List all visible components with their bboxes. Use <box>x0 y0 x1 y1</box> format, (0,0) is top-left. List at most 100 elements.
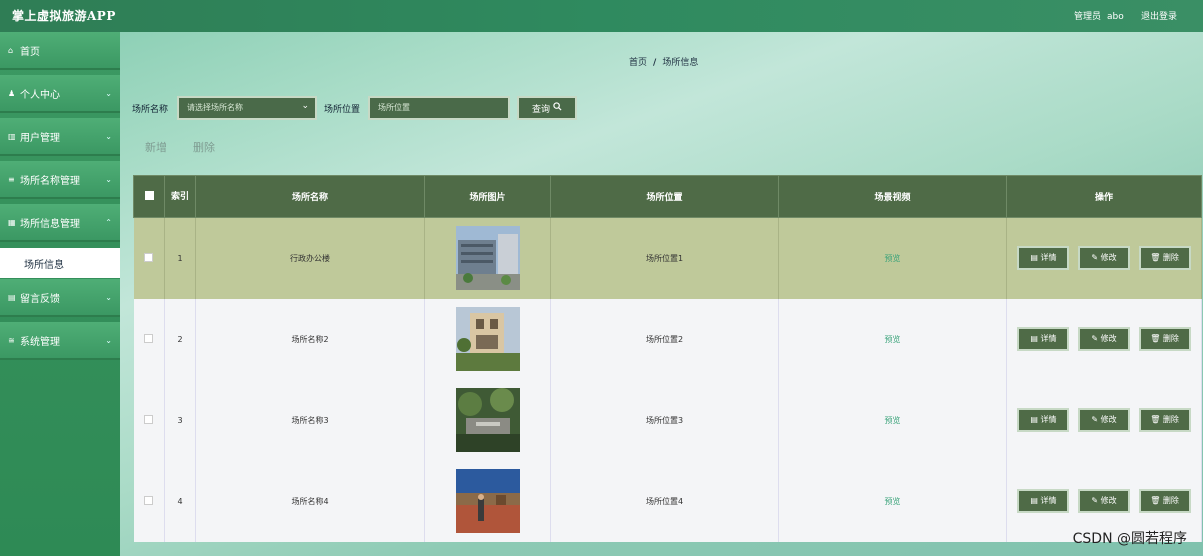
chevron-down-icon: ⌄ <box>105 293 112 302</box>
video-preview-link[interactable]: 预览 <box>885 416 901 425</box>
row-location: 场所位置4 <box>550 460 779 542</box>
venue-name-placeholder: 请选择场所名称 <box>187 103 243 112</box>
table-row[interactable]: 4 场所名称4 场所位置4 预览 ▤ 详情 ✎ 修改 🗑 删除 <box>133 460 1202 542</box>
venue-image <box>455 226 520 291</box>
delete-label: 删除 <box>1162 415 1179 424</box>
table-header-row: 索引 场所名称 场所图片 场所位置 场景视频 操作 <box>133 175 1202 218</box>
query-button[interactable]: 查询 <box>517 96 577 120</box>
venue-image <box>455 469 520 533</box>
detail-label: 详情 <box>1040 415 1057 424</box>
edit-label: 修改 <box>1100 334 1117 343</box>
breadcrumb-separator: / <box>653 58 657 68</box>
admin-label: 管理员 <box>1074 12 1102 22</box>
row-name: 场所名称3 <box>195 379 425 461</box>
venue-location-input[interactable]: 场所位置 <box>368 96 510 120</box>
edit-label: 修改 <box>1100 496 1117 505</box>
list-icon: ≡ <box>8 174 15 184</box>
detail-button[interactable]: ▤ 详情 <box>1017 246 1070 271</box>
chevron-down-icon: ⌄ <box>105 89 112 98</box>
breadcrumb-home[interactable]: 首页 <box>629 58 647 68</box>
edit-label: 修改 <box>1100 253 1117 263</box>
edit-button[interactable]: ✎ 修改 <box>1078 489 1130 513</box>
sidebar-subitem-venue-info[interactable]: 场所信息 <box>0 248 120 278</box>
sidebar-item-label: 用户管理 <box>20 132 60 144</box>
row-index: 1 <box>164 217 196 299</box>
query-label: 查询 <box>531 104 550 115</box>
table-row[interactable]: 1 行政办公楼 场所位置1 预览 ▤ 详情 ✎ 修改 🗑 删除 <box>133 217 1202 299</box>
row-checkbox[interactable] <box>144 495 154 505</box>
add-button[interactable]: 新增 <box>145 139 167 155</box>
row-checkbox[interactable] <box>144 414 154 424</box>
row-checkbox[interactable] <box>144 252 154 262</box>
edit-button[interactable]: ✎ 修改 <box>1078 327 1130 351</box>
column-header-index: 索引 <box>164 175 196 218</box>
delete-label: 删除 <box>1162 496 1179 505</box>
row-location: 场所位置2 <box>550 298 779 380</box>
detail-button[interactable]: ▤ 详情 <box>1017 489 1070 513</box>
user-icon: ♟ <box>8 88 16 98</box>
breadcrumb: 首页 / 场所信息 <box>629 55 698 68</box>
video-preview-link[interactable]: 预览 <box>885 497 901 506</box>
row-index: 4 <box>164 460 196 542</box>
column-header-actions: 操作 <box>1006 175 1202 218</box>
select-all-checkbox[interactable] <box>144 190 154 200</box>
message-icon: ▤ <box>8 292 16 302</box>
row-name: 场所名称2 <box>195 298 425 380</box>
chevron-down-icon: ⌄ <box>301 101 309 111</box>
watermark: CSDN @圆若程序 <box>1072 531 1187 547</box>
delete-button[interactable]: 🗑 删除 <box>1138 408 1191 432</box>
venue-name-select[interactable]: 请选择场所名称 ⌄ <box>177 96 317 120</box>
delete-button[interactable]: 🗑 删除 <box>1138 489 1191 513</box>
sidebar-item-label: 留言反馈 <box>20 293 60 305</box>
row-index: 3 <box>164 379 196 461</box>
venue-image <box>455 307 520 371</box>
detail-label: 详情 <box>1040 334 1057 343</box>
delete-button[interactable]: 🗑 删除 <box>1138 327 1191 351</box>
sidebar-item-venue-info[interactable]: ▦ 场所信息管理 ⌃ <box>0 204 120 242</box>
sidebar-item-label: 场所信息管理 <box>20 218 80 230</box>
detail-button[interactable]: ▤ 详情 <box>1017 327 1070 351</box>
sidebar-item-label: 场所名称管理 <box>20 175 80 187</box>
edit-button[interactable]: ✎ 修改 <box>1078 408 1130 432</box>
sidebar-item-users[interactable]: ▥ 用户管理 ⌄ <box>0 118 120 156</box>
sidebar-item-label: 个人中心 <box>20 89 60 101</box>
select-all-header[interactable] <box>133 175 165 218</box>
main-content: 首页 / 场所信息 场所名称 请选择场所名称 ⌄ 场所位置 场所位置 查询 新增 删… <box>120 32 1203 556</box>
home-icon: ⌂ <box>8 45 14 55</box>
admin-info: 管理员 abo <box>1074 9 1130 22</box>
app-title: 掌上虚拟旅游APP <box>12 9 116 23</box>
sidebar-item-label: 系统管理 <box>20 336 60 348</box>
detail-button[interactable]: ▤ 详情 <box>1017 408 1070 432</box>
table-row[interactable]: 2 场所名称2 场所位置2 预览 ▤ 详情 ✎ 修改 🗑 删除 <box>133 298 1202 380</box>
chevron-down-icon: ⌄ <box>105 175 112 184</box>
sidebar-item-home[interactable]: ⌂ 首页 <box>0 32 120 70</box>
logout-link[interactable]: 退出登录 <box>1141 9 1177 22</box>
top-bar: 掌上虚拟旅游APP 管理员 abo 退出登录 <box>0 0 1203 32</box>
chevron-down-icon: ⌄ <box>105 336 112 345</box>
edit-label: 修改 <box>1100 415 1117 424</box>
sidebar-item-feedback[interactable]: ▤ 留言反馈 ⌄ <box>0 279 120 317</box>
chart-icon: ▥ <box>8 131 16 141</box>
delete-button[interactable]: 🗑 删除 <box>1138 246 1191 271</box>
video-preview-link[interactable]: 预览 <box>885 335 901 344</box>
delete-label: 删除 <box>1162 253 1179 263</box>
video-preview-link[interactable]: 预览 <box>885 254 901 263</box>
table-row[interactable]: 3 场所名称3 场所位置3 预览 ▤ 详情 ✎ 修改 🗑 删除 <box>133 379 1202 461</box>
row-location: 场所位置1 <box>550 217 779 299</box>
sidebar-item-system[interactable]: ≊ 系统管理 ⌄ <box>0 322 120 360</box>
venue-location-placeholder: 场所位置 <box>378 103 410 112</box>
grid-icon: ▦ <box>8 217 16 227</box>
row-name: 行政办公楼 <box>195 217 425 299</box>
venue-table: 索引 场所名称 场所图片 场所位置 场景视频 操作 1 行政办公楼 场所位置1 … <box>133 175 1202 542</box>
batch-delete-button[interactable]: 删除 <box>193 139 215 155</box>
column-header-name: 场所名称 <box>195 175 425 218</box>
row-checkbox[interactable] <box>144 333 154 343</box>
sidebar-item-venue-names[interactable]: ≡ 场所名称管理 ⌄ <box>0 161 120 199</box>
search-icon <box>553 102 562 114</box>
edit-button[interactable]: ✎ 修改 <box>1078 246 1130 271</box>
admin-name: abo <box>1107 12 1124 22</box>
sidebar-item-profile[interactable]: ♟ 个人中心 ⌄ <box>0 75 120 113</box>
sidebar-item-label: 首页 <box>20 46 40 58</box>
venue-image <box>455 388 520 452</box>
column-header-image: 场所图片 <box>424 175 551 218</box>
